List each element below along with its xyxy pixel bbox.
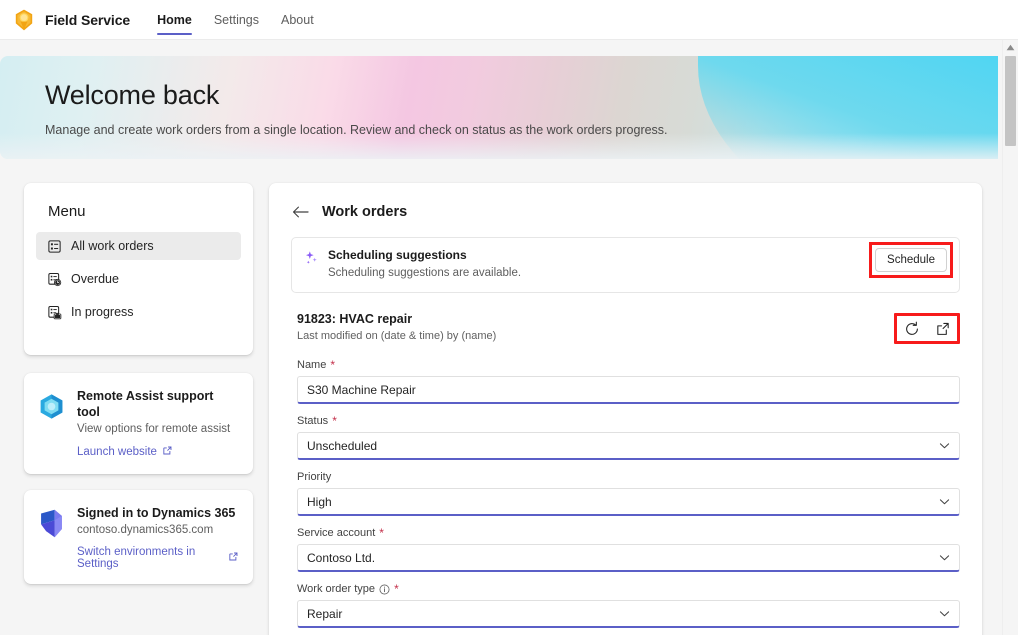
field-work-order-type: Work order type * Repair — [297, 582, 960, 628]
nav-link-home[interactable]: Home — [146, 0, 203, 40]
sidebar-item-label: In progress — [71, 305, 134, 319]
schedule-button[interactable]: Schedule — [875, 248, 947, 272]
field-priority-label: Priority — [297, 470, 960, 484]
work-orders-column: Work orders Scheduling suggestions Sched… — [269, 183, 1018, 635]
menu-heading: Menu — [48, 203, 86, 220]
required-asterisk: * — [332, 414, 337, 428]
dynamics-365-title: Signed in to Dynamics 365 — [77, 506, 236, 520]
field-service-account-label-text: Service account — [297, 527, 376, 539]
field-work-order-type-label: Work order type * — [297, 582, 960, 596]
brand-name: Field Service — [45, 11, 131, 28]
scheduling-suggestions-title: Scheduling suggestions — [328, 248, 467, 262]
open-in-new-icon — [228, 551, 239, 565]
chevron-down-icon — [937, 495, 951, 509]
open-in-new-icon — [162, 445, 173, 459]
work-order-header: 91823: HVAC repair Last modified on (dat… — [297, 311, 960, 344]
vertical-scrollbar[interactable] — [1002, 40, 1018, 635]
nav-links: Home Settings About — [146, 0, 325, 40]
sidebar-item-label: All work orders — [71, 239, 154, 253]
sidebar-item-in-progress[interactable]: In progress — [36, 298, 241, 326]
dynamics-365-card-body: Signed in to Dynamics 365 contoso.dynami… — [77, 504, 239, 570]
top-navigation-bar: Field Service Home Settings About — [0, 0, 1018, 40]
page-subtitle: Manage and create work orders from a sin… — [45, 123, 668, 137]
field-work-order-type-dropdown[interactable]: Repair — [297, 600, 960, 628]
field-name-input[interactable]: S30 Machine Repair — [297, 376, 960, 404]
field-status-label-text: Status — [297, 415, 329, 427]
list-icon — [46, 238, 62, 254]
open-in-new-icon[interactable] — [934, 320, 951, 337]
field-status: Status * Unscheduled — [297, 414, 960, 460]
field-service-account-label: Service account * — [297, 526, 960, 540]
work-order-actions-group — [894, 313, 960, 344]
field-priority-label-text: Priority — [297, 471, 332, 483]
schedule-button-highlight: Schedule — [869, 242, 953, 278]
content-columns: Menu All work orders Overdue In progress… — [0, 159, 1018, 635]
left-sidebar: Menu All work orders Overdue In progress… — [24, 183, 253, 635]
remote-assist-card-body: Remote Assist support tool View options … — [77, 387, 239, 460]
page-title: Welcome back — [45, 80, 220, 110]
field-service-account-dropdown[interactable]: Contoso Ltd. — [297, 544, 960, 572]
work-orders-panel: Work orders Scheduling suggestions Sched… — [269, 183, 982, 635]
field-status-value: Unscheduled — [307, 438, 378, 453]
dynamics-365-logo-icon — [36, 508, 66, 538]
remote-assist-card: Remote Assist support tool View options … — [24, 373, 253, 474]
work-order-identity: 91823: HVAC repair Last modified on (dat… — [297, 311, 496, 342]
required-asterisk: * — [330, 358, 336, 372]
remote-assist-title: Remote Assist support tool — [77, 389, 214, 419]
switch-environments-link[interactable]: Switch environments in Settings — [77, 546, 239, 570]
required-asterisk: * — [394, 582, 399, 596]
scheduling-suggestions-subtitle: Scheduling suggestions are available. — [328, 267, 522, 279]
work-order-id-title: 91823: HVAC repair — [297, 312, 413, 326]
launch-website-link[interactable]: Launch website — [77, 445, 173, 459]
menu-card: Menu All work orders Overdue In progress — [24, 183, 253, 355]
field-name-label: Name * — [297, 358, 960, 372]
scroll-up-arrow-icon[interactable] — [1003, 40, 1018, 54]
field-status-label: Status * — [297, 414, 960, 428]
chevron-down-icon — [937, 439, 951, 453]
scheduling-suggestions-text: Scheduling suggestions Scheduling sugges… — [328, 248, 521, 281]
sidebar-item-label: Overdue — [71, 272, 119, 286]
field-work-order-type-label-text: Work order type — [297, 583, 376, 595]
sidebar-item-all-work-orders[interactable]: All work orders — [36, 232, 241, 260]
nav-link-settings[interactable]: Settings — [203, 0, 270, 40]
field-service-hexagon-logo — [12, 8, 36, 32]
work-order-actions-highlight — [894, 313, 960, 344]
scheduling-suggestions-actions: Schedule — [869, 242, 953, 278]
refresh-icon[interactable] — [903, 320, 920, 337]
field-priority: Priority High — [297, 470, 960, 516]
chevron-down-icon — [937, 551, 951, 565]
panel-header: Work orders — [291, 203, 960, 221]
remote-assist-subtitle: View options for remote assist — [77, 423, 231, 435]
dynamics-365-card: Signed in to Dynamics 365 contoso.dynami… — [24, 490, 253, 584]
sidebar-item-overdue[interactable]: Overdue — [36, 265, 241, 293]
field-service-account: Service account * Contoso Ltd. — [297, 526, 960, 572]
field-name-label-text: Name — [297, 359, 327, 371]
info-icon[interactable] — [379, 584, 390, 595]
scrollbar-thumb[interactable] — [1005, 56, 1016, 146]
field-name-value: S30 Machine Repair — [307, 382, 416, 397]
work-order-last-modified: Last modified on (date & time) by (name) — [297, 330, 497, 342]
list-briefcase-icon — [46, 304, 62, 320]
launch-website-link-label: Launch website — [77, 446, 157, 458]
field-status-dropdown[interactable]: Unscheduled — [297, 432, 960, 460]
sparkle-icon — [304, 250, 319, 265]
back-arrow-icon[interactable] — [291, 203, 309, 221]
chevron-down-icon — [937, 607, 951, 621]
field-priority-dropdown[interactable]: High — [297, 488, 960, 516]
dynamics-365-subtitle: contoso.dynamics365.com — [77, 524, 214, 536]
scheduling-suggestions-banner: Scheduling suggestions Scheduling sugges… — [291, 237, 960, 293]
required-asterisk: * — [379, 526, 384, 540]
field-service-account-value: Contoso Ltd. — [307, 550, 376, 565]
work-order-form: Name * S30 Machine Repair Status * Unsch… — [291, 358, 960, 635]
panel-title: Work orders — [322, 204, 408, 220]
list-clock-icon — [46, 271, 62, 287]
field-name: Name * S30 Machine Repair — [297, 358, 960, 404]
field-work-order-type-value: Repair — [307, 606, 343, 621]
nav-link-about[interactable]: About — [270, 0, 325, 40]
welcome-hero-banner: Welcome back Manage and create work orde… — [0, 56, 998, 159]
field-priority-value: High — [307, 494, 332, 509]
switch-environments-link-label: Switch environments in Settings — [77, 546, 196, 570]
page-body: Welcome back Manage and create work orde… — [0, 40, 1018, 635]
remote-assist-hexagon-icon — [36, 391, 66, 421]
